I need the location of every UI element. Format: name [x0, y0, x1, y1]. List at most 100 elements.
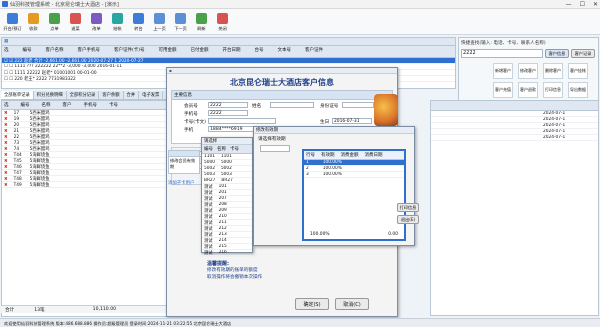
validity-rows: 1 100.00% 2 100.00% 3 100.00%	[304, 160, 404, 178]
grid-icon: ▦	[4, 39, 9, 44]
lower-tab-0[interactable]: 全部账单记录	[1, 91, 34, 99]
customer-action-3[interactable]: 客户挂帐	[568, 63, 588, 79]
close-button[interactable]: ✕	[593, 1, 598, 8]
toolbar-button-2[interactable]: 点单	[44, 9, 65, 35]
toolbar-label-6: 转台	[134, 25, 143, 31]
validity-header-0: 行号	[306, 153, 315, 158]
lower-tabs: 全部账单记录积分兑换明细全部积分记录客户余额合并电子发票全部单据	[1, 91, 188, 100]
validity-dialog-title: 修改有效期	[254, 127, 414, 134]
toolbar-button-7[interactable]: 上一页	[149, 9, 170, 35]
toolbar-icon-1	[28, 12, 39, 24]
toolbar-button-3[interactable]: 退菜	[65, 9, 86, 35]
selector-cell: 214	[218, 238, 227, 243]
selector-cell: 5002	[220, 166, 232, 171]
lower-tab-1[interactable]: 积分兑换明细	[34, 91, 67, 99]
grid-header-2: 客户名称	[45, 48, 64, 53]
validity-row[interactable]: 3 100.00%	[304, 172, 404, 178]
customer-action-4[interactable]: 客户充值	[493, 82, 513, 98]
selector-cell: 测试	[204, 227, 213, 232]
minimize-button[interactable]: —	[566, 1, 572, 8]
selector-cell: 5003	[220, 172, 232, 177]
tab-customer-records[interactable]: 客户记录	[571, 49, 595, 58]
card-field[interactable]	[208, 118, 276, 124]
validity-footer-amount: 0.00	[388, 232, 398, 237]
exit-button[interactable]: 退出(E)	[397, 215, 419, 224]
lower-tab-3[interactable]: 客户余额	[99, 91, 124, 99]
quick-search-input[interactable]: 2222	[461, 49, 543, 58]
customer-action-2[interactable]: 删除客户	[543, 63, 563, 79]
validity-cell: 100.00%	[322, 172, 342, 177]
toolbar-label-3: 退菜	[71, 25, 80, 31]
ok-button[interactable]: 确定(S)	[295, 298, 329, 310]
toolbar-button-8[interactable]: 下一页	[170, 9, 191, 35]
lower-tab-2[interactable]: 全部积分记录	[67, 91, 100, 99]
selector-header-1: 名称	[217, 147, 226, 152]
bills-header-0: 选	[4, 103, 9, 108]
member-no-field[interactable]: 2222	[208, 102, 248, 108]
maximize-button[interactable]: ☐	[580, 1, 585, 8]
toolbar-icon-9	[196, 12, 207, 24]
toolbar-icon-2	[49, 12, 60, 24]
selector-cell: BR27	[204, 178, 216, 183]
grid-header-1: 编号	[22, 48, 32, 53]
print-info-button[interactable]: 打印信息	[397, 203, 419, 212]
dialog-title: 北京昆仑瑞士大酒店客户信息	[230, 77, 334, 87]
status-bar: 欢迎使用仙羽科技管理系统 版本:486.688.886 操作员:超级管理员 登录…	[0, 318, 600, 327]
name-field[interactable]	[270, 102, 314, 108]
toolbar-button-10[interactable]: 关闭	[212, 9, 233, 35]
bill-row[interactable]: ✖ T49 5海鲜烧鱼	[2, 182, 170, 188]
name-label: 姓名	[252, 104, 262, 109]
selector-header-0: 编号	[204, 147, 213, 152]
bills-header-2: 名称	[41, 103, 51, 108]
food-basket-icon	[374, 94, 398, 126]
app-icon	[2, 1, 8, 7]
main-toolbar: 开台/预订 收款 点单 退菜 改单 结帐 转台 上一页 下一页 刷新 关闭	[0, 9, 600, 35]
add-subcard-link[interactable]: 添加子卡用户	[168, 180, 200, 190]
selector-cell: 1101	[204, 154, 215, 159]
birthday-field[interactable]: 2016-07-31	[332, 118, 372, 124]
toolbar-label-5: 结帐	[113, 25, 122, 31]
validity-filter-input[interactable]	[260, 145, 290, 152]
validity-header-row: 行号 有效期 消费金额 消费日期	[304, 151, 404, 160]
toolbar-icon-7	[154, 12, 165, 24]
customer-action-6[interactable]: 打印信息	[543, 82, 563, 98]
selector-cell: BR27	[221, 178, 233, 183]
selector-cell: 212	[218, 226, 227, 231]
lower-tab-4[interactable]: 合并	[124, 91, 140, 99]
selector-row[interactable]: 测试 216	[202, 250, 252, 256]
cancel-button[interactable]: 取消(C)	[335, 298, 369, 310]
record-row[interactable]: 2024-07-1	[431, 135, 598, 141]
selector-cell: 5000	[204, 160, 215, 165]
selector-header-2: 卡号	[230, 147, 239, 152]
toolbar-label-7: 上一页	[153, 25, 166, 31]
idcard-field[interactable]	[342, 102, 374, 108]
selector-cell: 测试	[204, 191, 213, 196]
mobile-field[interactable]: 2222	[208, 110, 248, 116]
selector-cell: 5003	[204, 172, 215, 177]
customer-action-0[interactable]: 新增客户	[493, 63, 513, 79]
toolbar-button-5[interactable]: 结帐	[107, 9, 128, 35]
grid-header-4: 客户证件(卡)号	[114, 48, 145, 53]
bills-header-4: 手机号	[83, 103, 98, 108]
lower-tab-5[interactable]: 电子发票	[139, 91, 164, 99]
tab-customer-info[interactable]: 客户信息	[545, 49, 569, 58]
window-controls: — ☐ ✕	[566, 1, 598, 8]
customer-action-1[interactable]: 修改客户	[518, 63, 538, 79]
selector-title: 请选择	[202, 138, 252, 145]
selector-cell: 测试	[204, 221, 213, 226]
toolbar-button-9[interactable]: 刷新	[191, 9, 212, 35]
footer-amount: 10,110.00	[92, 307, 117, 312]
grid-title-bar: ▦	[2, 38, 455, 46]
selector-cell: 207	[218, 196, 227, 201]
toolbar-button-1[interactable]: 收款	[23, 9, 44, 35]
records-list: 2024-07-1 2024-07-1 2024-07-1 2024-07-1 2024…	[431, 111, 598, 141]
phone-field[interactable]: 1884****6919	[208, 126, 258, 132]
customer-action-5[interactable]: 客户退款	[518, 82, 538, 98]
validity-cell: 3	[306, 172, 309, 177]
selector-cell: 215	[218, 244, 227, 249]
toolbar-button-6[interactable]: 转台	[128, 9, 149, 35]
selector-cell: 测试	[204, 251, 213, 256]
toolbar-button-4[interactable]: 改单	[86, 9, 107, 35]
customer-action-7[interactable]: 导出数据	[568, 82, 588, 98]
toolbar-button-0[interactable]: 开台/预订	[2, 9, 23, 35]
